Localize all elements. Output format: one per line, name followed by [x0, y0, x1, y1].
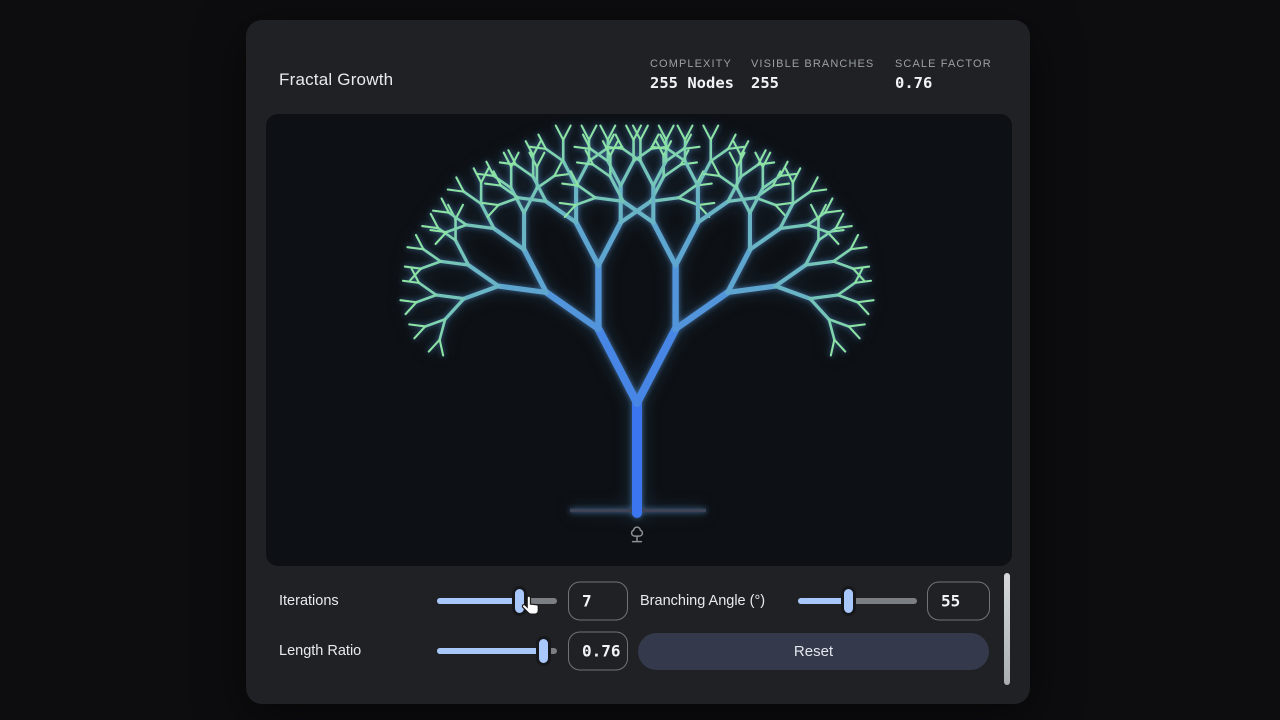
length-ratio-slider-thumb[interactable]	[535, 636, 551, 666]
stat-visible-branches: VISIBLE BRANCHES 255	[751, 58, 874, 92]
iterations-slider-thumb[interactable]	[511, 586, 527, 616]
page-title: Fractal Growth	[279, 70, 394, 89]
stat-scale-factor: SCALE FACTOR 0.76	[895, 58, 992, 92]
stat-complexity-value: 255 Nodes	[650, 74, 734, 92]
stat-visible-branches-value: 255	[751, 74, 779, 92]
stat-scale-factor-value: 0.76	[895, 74, 933, 92]
branching-angle-slider[interactable]	[798, 586, 917, 616]
reset-button[interactable]: Reset	[638, 633, 989, 670]
stat-complexity: COMPLEXITY 255 Nodes	[650, 58, 734, 92]
branching-angle-value-input[interactable]: 55	[927, 581, 990, 621]
fractal-tree-svg	[399, 124, 875, 518]
branching-angle-slider-thumb[interactable]	[840, 586, 856, 616]
iterations-value-input[interactable]: 7	[568, 581, 628, 621]
slider-fill	[437, 598, 519, 604]
length-ratio-slider[interactable]	[437, 636, 557, 666]
iterations-slider[interactable]	[437, 586, 557, 616]
length-ratio-label: Length Ratio	[279, 643, 362, 659]
iterations-label: Iterations	[279, 593, 339, 609]
fractal-growth-app-window: Fractal Growth COMPLEXITY 255 Nodes VISI…	[246, 20, 1030, 704]
branching-angle-label: Branching Angle (°)	[640, 593, 766, 609]
controls-scrollbar[interactable]	[1004, 573, 1010, 685]
length-ratio-value-input[interactable]: 0.76	[568, 631, 628, 671]
fractal-canvas[interactable]	[266, 114, 1012, 566]
stat-scale-factor-label: SCALE FACTOR	[895, 58, 992, 70]
slider-fill	[437, 648, 543, 654]
stat-visible-branches-label: VISIBLE BRANCHES	[751, 58, 875, 70]
stat-complexity-label: COMPLEXITY	[650, 58, 732, 70]
tree-icon	[630, 526, 644, 543]
